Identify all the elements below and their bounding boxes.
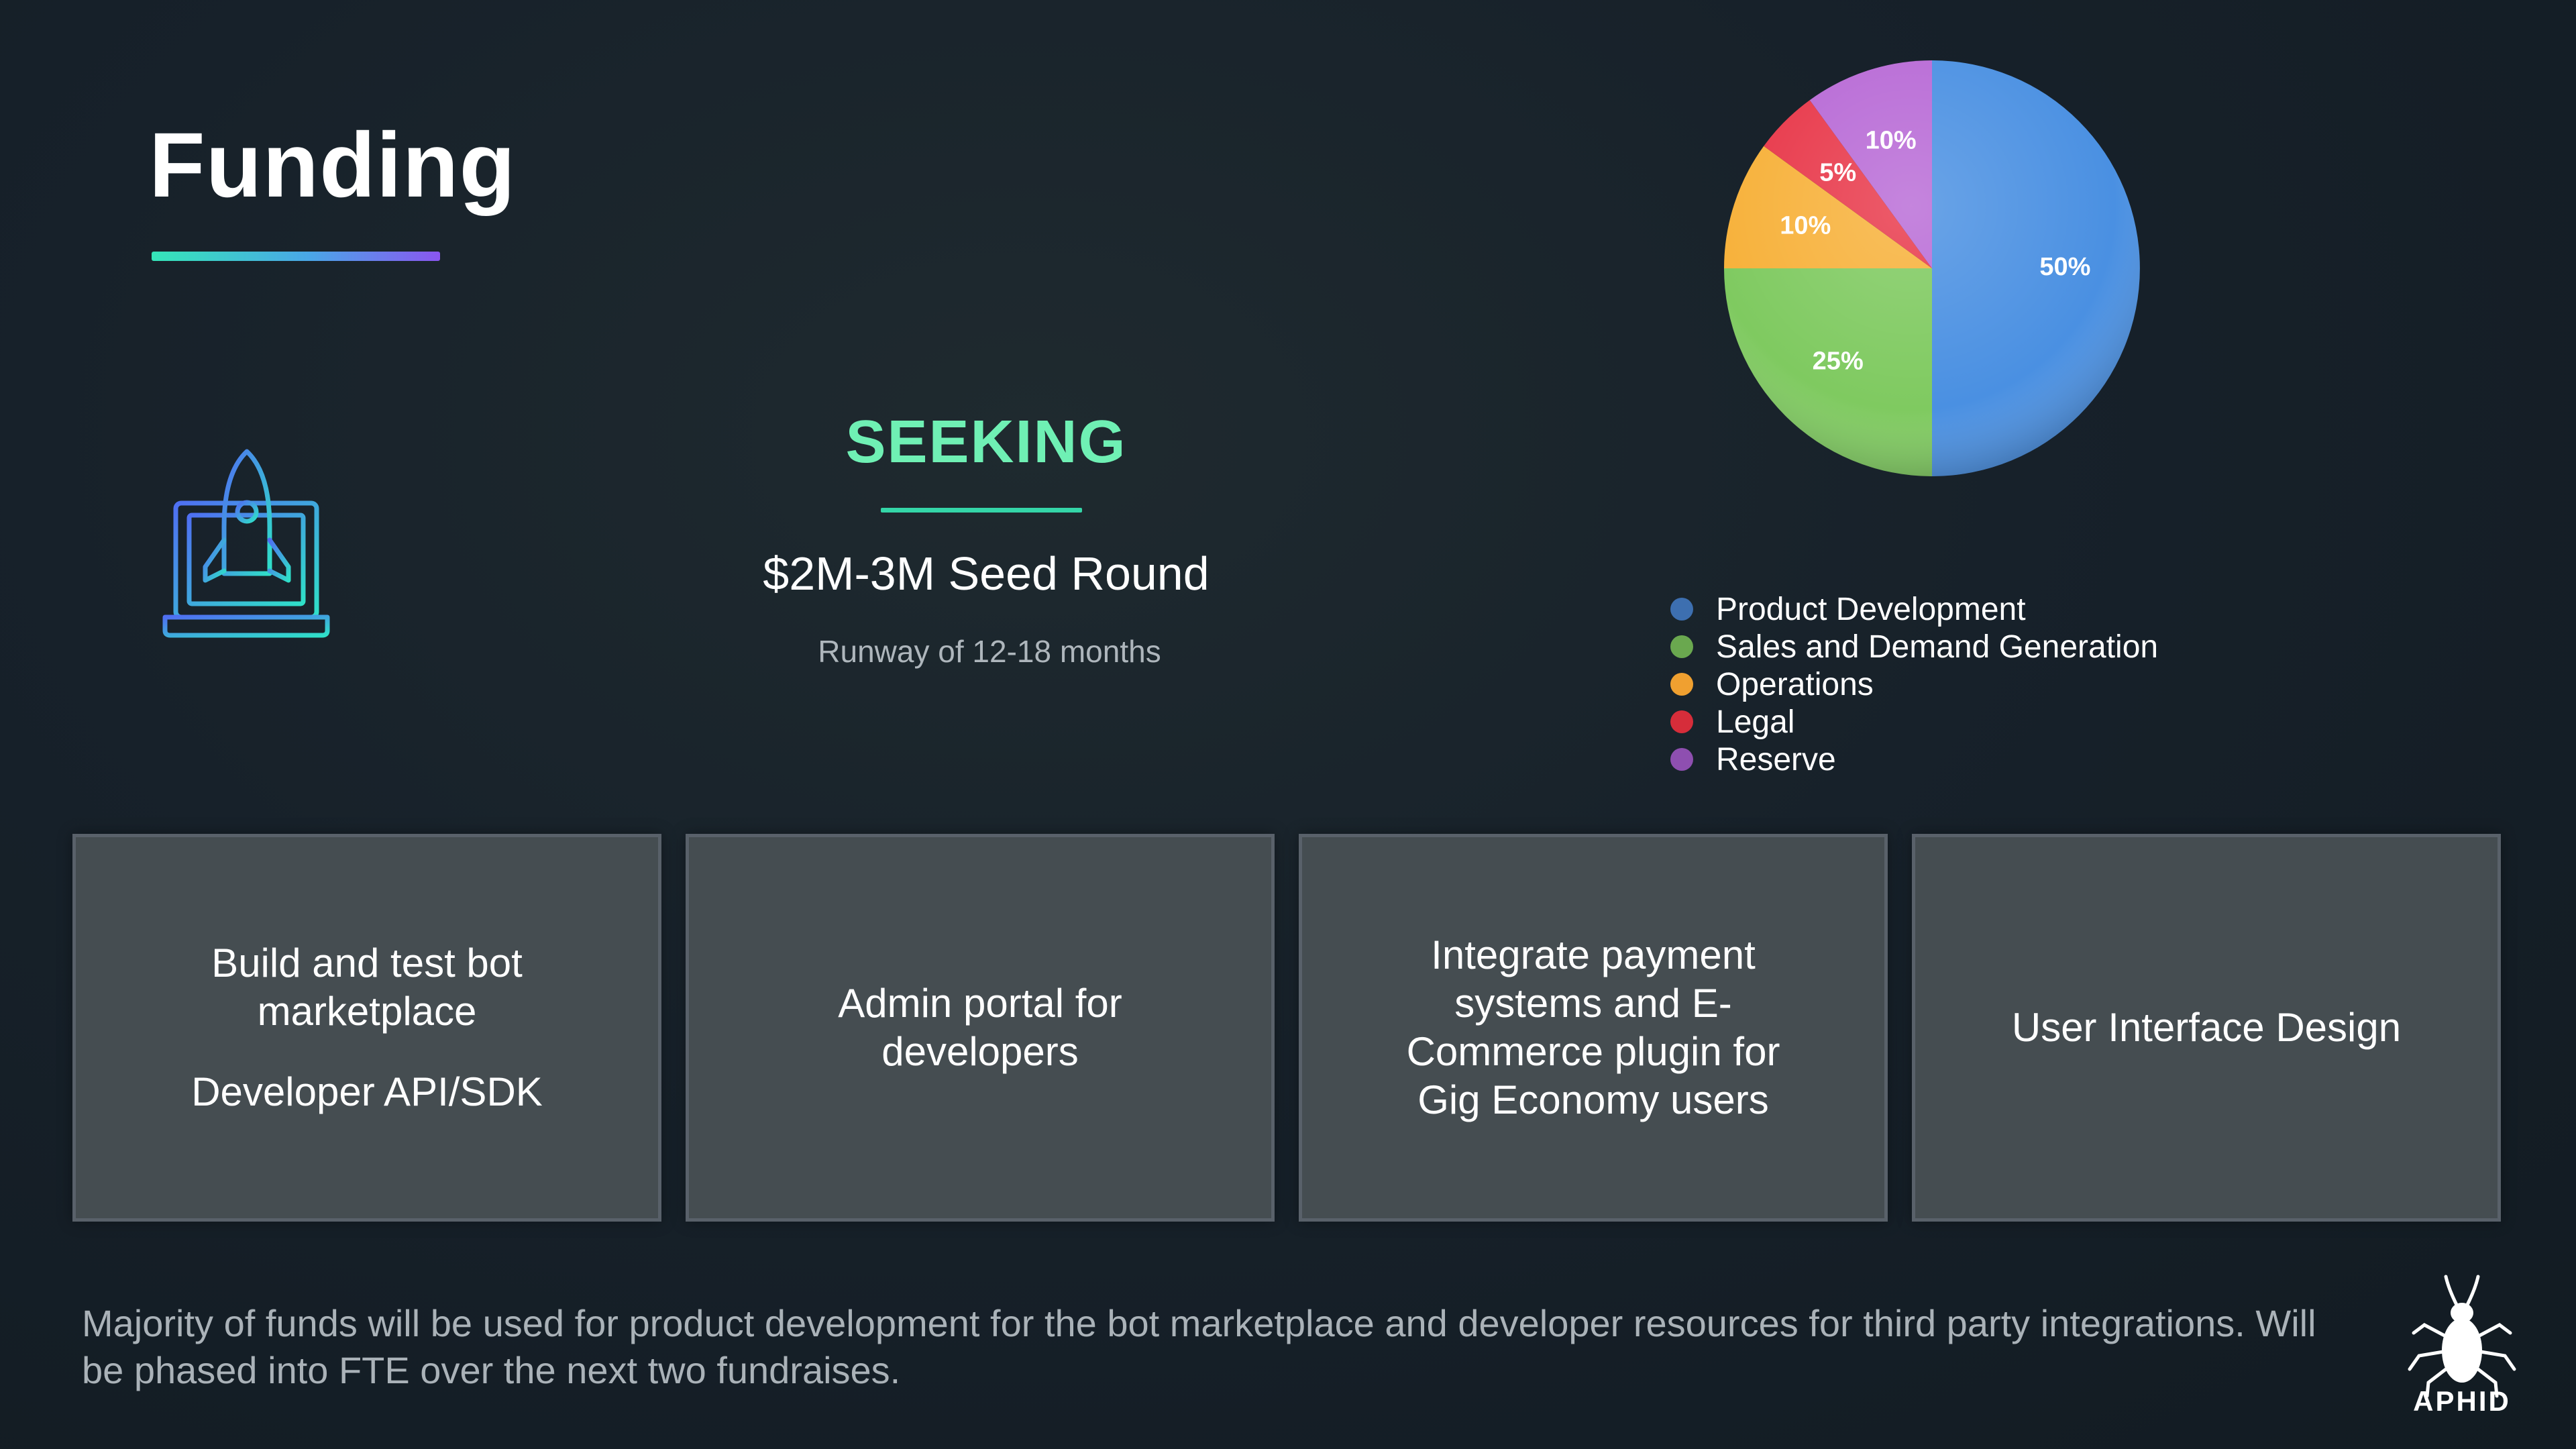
footer-note: Majority of funds will be used for produ… (82, 1302, 2316, 1391)
logo-text: APHID (2413, 1385, 2511, 1417)
aphid-logo: APHID (2395, 1271, 2529, 1419)
legend-swatch (1670, 673, 1693, 696)
legend-label: Legal (1716, 704, 1795, 740)
legend-item: Reserve (1670, 741, 2158, 778)
legend-item: Operations (1670, 665, 2158, 703)
card-text: Integrate payment systems and E-Commerce… (1406, 932, 1780, 1122)
legend-label: Product Development (1716, 591, 2026, 627)
pie-data-label: 5% (1819, 159, 1856, 187)
legend-item: Product Development (1670, 590, 2158, 628)
card-subtext: Developer API/SDK (191, 1069, 543, 1114)
slide-title: Funding (149, 114, 517, 217)
pie-legend: Product Development Sales and Demand Gene… (1670, 590, 2158, 778)
card-bot-marketplace: Build and test bot marketplace Developer… (72, 834, 661, 1222)
legend-item: Legal (1670, 703, 2158, 741)
card-text: User Interface Design (2011, 1005, 2402, 1050)
legend-swatch (1670, 748, 1693, 771)
legend-swatch (1670, 710, 1693, 733)
funding-pie-chart: 50% 25% 10% 5% 10% (1724, 60, 2140, 476)
title-underline (152, 252, 440, 261)
legend-label: Reserve (1716, 741, 1836, 777)
card-admin-portal: Admin portal for developers (686, 834, 1275, 1222)
card-text: Admin portal for developers (838, 981, 1122, 1074)
pie-data-label: 10% (1866, 126, 1917, 154)
card-text: Build and test bot marketplace (211, 941, 523, 1034)
pie-data-label: 50% (2039, 253, 2090, 281)
legend-swatch (1670, 598, 1693, 621)
card-ui-design: User Interface Design (1912, 834, 2501, 1222)
card-payment-integration: Integrate payment systems and E-Commerce… (1299, 834, 1888, 1222)
legend-swatch (1670, 635, 1693, 658)
seeking-title: SEEKING (845, 409, 1127, 476)
pie-data-label: 10% (1780, 212, 1831, 240)
legend-item: Sales and Demand Generation (1670, 628, 2158, 665)
legend-label: Sales and Demand Generation (1716, 629, 2159, 665)
seeking-underline (881, 508, 1082, 513)
rocket-laptop-icon (162, 449, 330, 638)
pie-data-label: 25% (1813, 347, 1864, 375)
seeking-runway: Runway of 12-18 months (818, 634, 1161, 669)
legend-label: Operations (1716, 666, 1874, 702)
seeking-amount: $2M-3M Seed Round (763, 547, 1210, 600)
